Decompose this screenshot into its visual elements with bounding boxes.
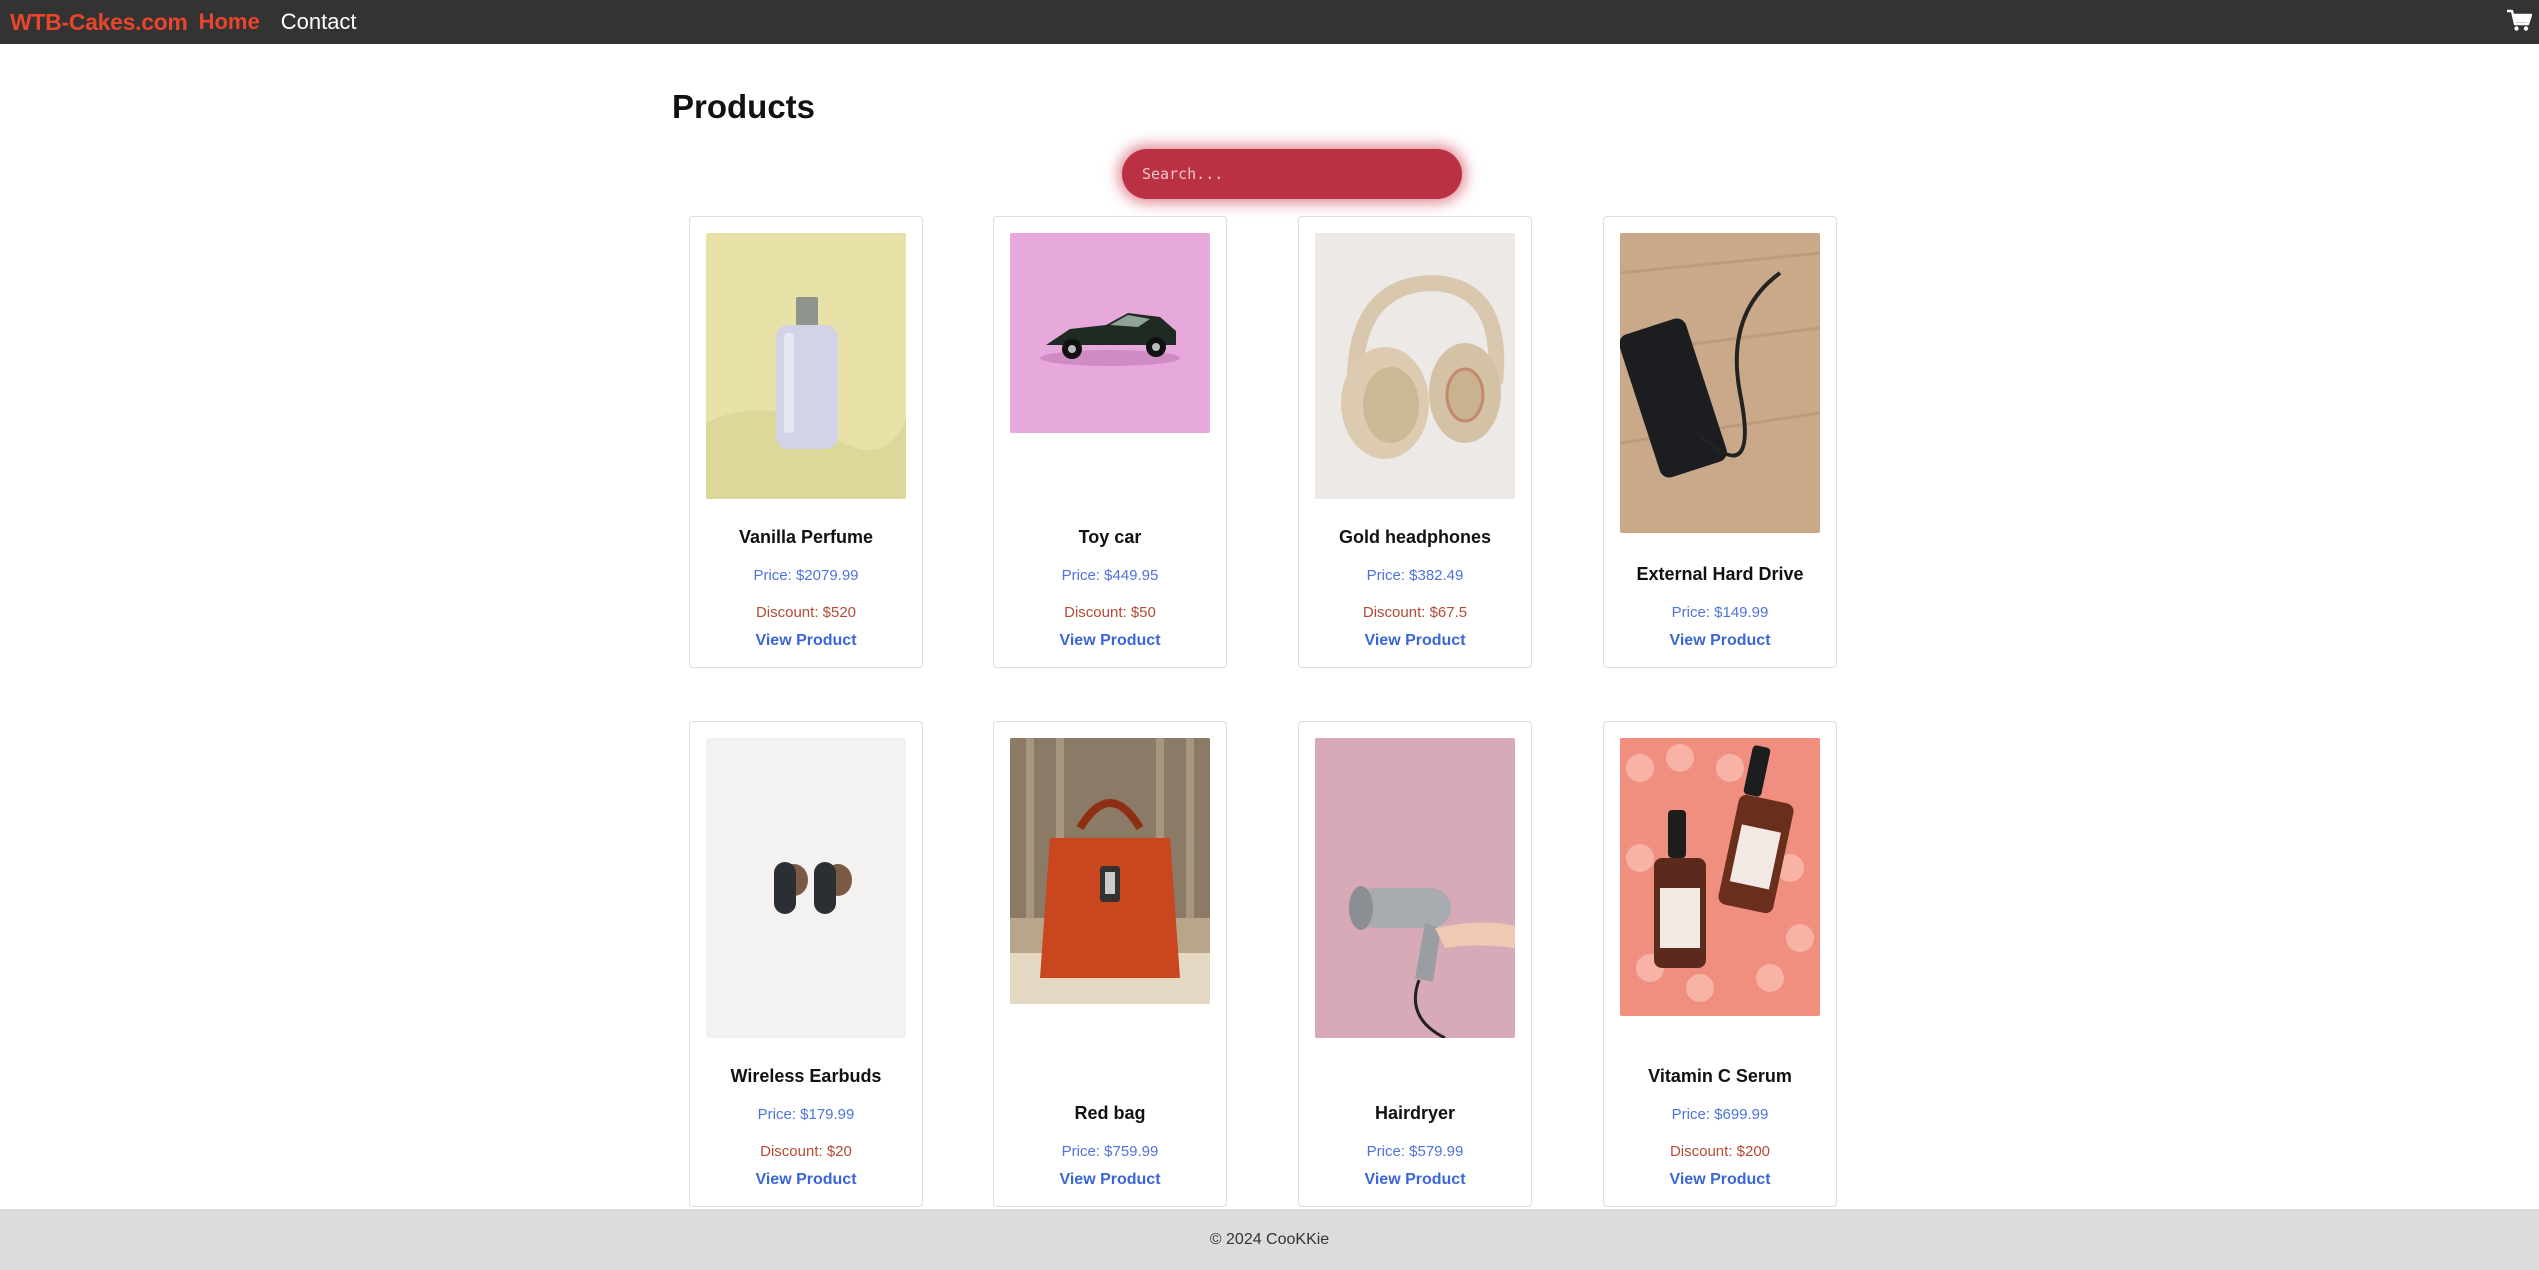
product-card: Gold headphones Price: $382.49 Discount:… — [1298, 216, 1532, 668]
product-name: Hairdryer — [1374, 1103, 1456, 1123]
brand-logo[interactable]: WTB-Cakes.com — [10, 9, 188, 36]
perfume-bottle-photo[interactable] — [706, 233, 906, 499]
view-product-link[interactable]: View Product — [1604, 1171, 1836, 1189]
product-card: External Hard Drive Price: $149.99 View … — [1603, 216, 1837, 668]
product-name: Red bag — [1074, 1103, 1146, 1123]
hairdryer-photo[interactable] — [1315, 738, 1515, 1038]
shopping-cart-icon[interactable] — [2505, 6, 2533, 34]
product-discount: Discount: $67.5 — [1362, 604, 1468, 621]
earbuds-photo[interactable] — [706, 738, 906, 1038]
nav-home-link[interactable]: Home — [199, 9, 260, 35]
product-card: Red bag Price: $759.99 View Product — [993, 721, 1227, 1207]
product-name: Toy car — [1078, 527, 1142, 547]
product-price: Price: $149.99 — [1671, 604, 1769, 621]
view-product-link[interactable]: View Product — [994, 632, 1226, 650]
product-card: Vanilla Perfume Price: $2079.99 Discount… — [689, 216, 923, 668]
view-product-link[interactable]: View Product — [1299, 632, 1531, 650]
product-price: Price: $2079.99 — [753, 567, 859, 584]
view-product-link[interactable]: View Product — [1604, 632, 1836, 650]
product-discount: Discount: $520 — [755, 604, 857, 621]
hard-drive-photo[interactable] — [1620, 233, 1820, 533]
headphones-photo[interactable] — [1315, 233, 1515, 499]
serum-bottles-photo[interactable] — [1620, 738, 1820, 1016]
product-card: Wireless Earbuds Price: $179.99 Discount… — [689, 721, 923, 1207]
product-price: Price: $382.49 — [1366, 567, 1464, 584]
view-product-link[interactable]: View Product — [690, 1171, 922, 1189]
product-price: Price: $579.99 — [1366, 1143, 1464, 1160]
footer-copyright: © 2024 CooKKie — [1209, 1230, 1330, 1248]
view-product-link[interactable]: View Product — [1299, 1171, 1531, 1189]
product-card: Hairdryer Price: $579.99 View Product — [1298, 721, 1532, 1207]
product-price: Price: $759.99 — [1061, 1143, 1159, 1160]
red-bag-photo[interactable] — [1010, 738, 1210, 1004]
product-card: Vitamin C Serum Price: $699.99 Discount:… — [1603, 721, 1837, 1207]
product-discount: Discount: $50 — [1064, 604, 1156, 621]
product-card: Toy car Price: $449.95 Discount: $50 Vie… — [993, 216, 1227, 668]
product-name: Vanilla Perfume — [738, 527, 874, 547]
product-discount: Discount: $20 — [760, 1143, 852, 1160]
product-price: Price: $449.95 — [1061, 567, 1159, 584]
product-price: Price: $179.99 — [757, 1106, 855, 1123]
product-name: Wireless Earbuds — [730, 1066, 882, 1086]
product-price: Price: $699.99 — [1671, 1106, 1769, 1123]
product-name: Gold headphones — [1338, 527, 1491, 547]
product-discount: Discount: $200 — [1669, 1143, 1771, 1160]
view-product-link[interactable]: View Product — [690, 632, 922, 650]
toy-car-photo[interactable] — [1010, 233, 1210, 433]
page-title: Products — [672, 88, 816, 125]
search-input[interactable] — [1122, 149, 1462, 199]
view-product-link[interactable]: View Product — [994, 1171, 1226, 1189]
product-name: External Hard Drive — [1636, 564, 1804, 584]
nav-contact-link[interactable]: Contact — [281, 9, 357, 35]
product-name: Vitamin C Serum — [1648, 1066, 1792, 1086]
navbar: WTB-Cakes.com Home Contact — [0, 0, 2539, 44]
footer: © 2024 CooKKie — [0, 1209, 2539, 1270]
